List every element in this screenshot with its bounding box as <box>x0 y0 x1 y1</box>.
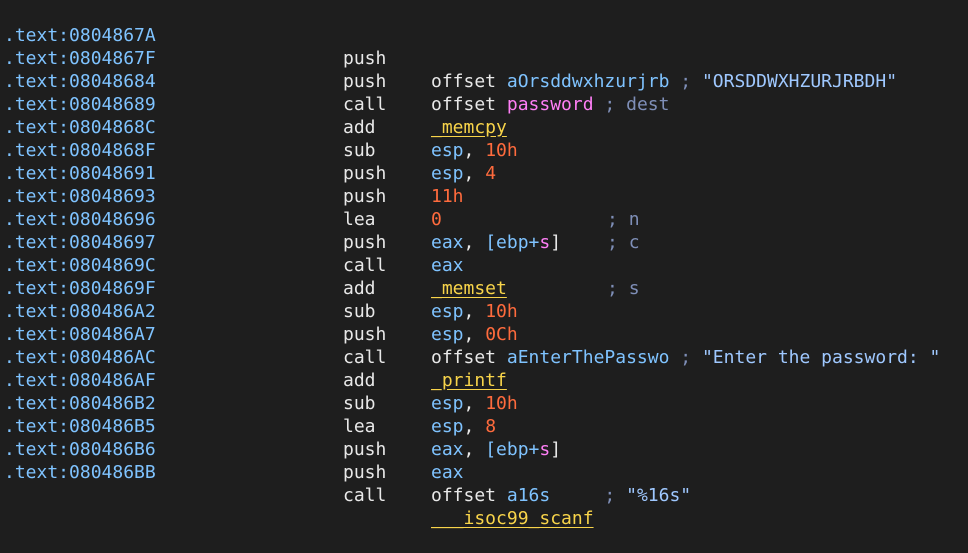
instruction-row[interactable]: .text:08048691 push 0 ; c <box>0 139 968 253</box>
operand-function[interactable]: ___isoc99_scanf <box>431 508 594 529</box>
instruction-row[interactable]: .text:08048689 add esp, 10h <box>0 70 968 161</box>
operands: offset a16s ; "%16s" <box>431 484 691 507</box>
instruction-row[interactable]: .text:0804868C sub esp, 4 <box>0 93 968 184</box>
instruction-row[interactable]: .text:080486AC add esp, 10h <box>0 323 968 414</box>
mnemonic: call <box>343 485 387 506</box>
operand-keyword: offset <box>431 485 497 506</box>
instruction-row[interactable]: .text:08048684 call _memcpy <box>0 47 968 138</box>
address: .text:080486BB <box>4 462 156 483</box>
instruction-row[interactable]: .text:080486BB call ___isoc99_scanf <box>0 438 968 529</box>
instruction-row[interactable]: .text:080486AF sub esp, 8 <box>0 346 968 437</box>
instruction-row[interactable]: .text:0804867A push offset aOrsddwxhzurj… <box>0 1 968 92</box>
instruction-row[interactable]: .text:080486A7 call _printf <box>0 300 968 391</box>
instruction-row[interactable]: .text:080486B2 lea eax, [ebp+s] <box>0 369 968 460</box>
instruction-row[interactable]: .text:0804869F sub esp, 0Ch <box>0 254 968 345</box>
instruction-row[interactable]: .text:0804867F push offset password ; de… <box>0 24 968 115</box>
mnemonic: push <box>343 462 387 483</box>
instruction-row[interactable]: .text:0804869C add esp, 10h <box>0 231 968 322</box>
instruction-row[interactable]: .text:080486B6 push offset a16s ; "%16s" <box>0 415 968 506</box>
instruction-row[interactable]: .text:080486B5 push eax <box>0 392 968 483</box>
comment-text: "%16s" <box>626 485 692 506</box>
instruction-row[interactable]: .text:0804868F push 11h ; n <box>0 116 968 230</box>
operand-register: eax <box>431 462 464 483</box>
instruction-row[interactable]: .text:08048693 lea eax, [ebp+s] <box>0 162 968 253</box>
operands: eax <box>431 461 464 484</box>
operand-label[interactable]: a16s <box>507 485 550 506</box>
instruction-row[interactable]: .text:08048697 call _memset <box>0 208 968 299</box>
operands: ___isoc99_scanf <box>431 507 594 530</box>
instruction-row[interactable]: .text:080486A2 push offset aEnterThePass… <box>0 277 968 368</box>
instruction-row[interactable]: .text:08048696 push eax ; s <box>0 185 968 299</box>
comment-marker: ; <box>604 485 616 506</box>
disassembly-listing[interactable]: .text:0804867A push offset aOrsddwxhzurj… <box>0 0 968 529</box>
